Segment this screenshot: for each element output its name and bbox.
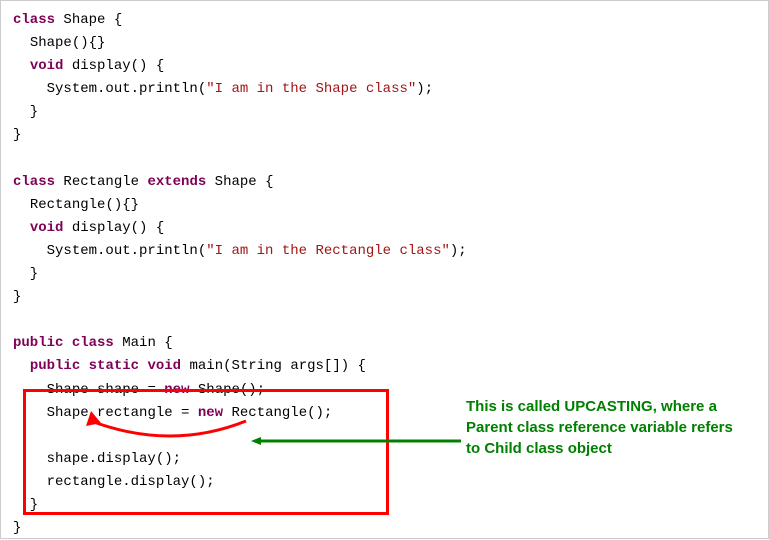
keyword-new: new bbox=[198, 405, 223, 421]
system-out: System.out.println bbox=[47, 243, 198, 259]
type-shape: Shape bbox=[47, 382, 89, 398]
method-display: display bbox=[72, 220, 131, 236]
ctor-shape: Shape bbox=[30, 35, 72, 51]
keyword-void: void bbox=[30, 58, 64, 74]
keyword-void: void bbox=[30, 220, 64, 236]
keyword-public: public bbox=[13, 335, 63, 351]
class-main: Main bbox=[122, 335, 156, 351]
method-display: display bbox=[72, 58, 131, 74]
string-shape: "I am in the Shape class" bbox=[206, 81, 416, 97]
keyword-class: class bbox=[13, 12, 55, 28]
keyword-void: void bbox=[147, 358, 181, 374]
keyword-class: class bbox=[13, 174, 55, 190]
ctor-call-shape: Shape bbox=[198, 382, 240, 398]
system-out: System.out.println bbox=[47, 81, 198, 97]
keyword-public: public bbox=[30, 358, 80, 374]
upcasting-annotation: This is called UPCASTING, where a Parent… bbox=[466, 396, 746, 459]
args: args[] bbox=[290, 358, 340, 374]
ctor-rectangle: Rectangle bbox=[30, 197, 106, 213]
method-main: main bbox=[189, 358, 223, 374]
class-shape: Shape bbox=[63, 12, 105, 28]
call-rect-display: rectangle.display(); bbox=[47, 474, 215, 490]
var-rectangle: rectangle bbox=[97, 405, 173, 421]
keyword-class: class bbox=[72, 335, 114, 351]
var-shape: shape bbox=[97, 382, 139, 398]
code-block: class Shape { Shape(){} void display() {… bbox=[13, 9, 756, 540]
keyword-static: static bbox=[89, 358, 139, 374]
call-shape-display: shape.display(); bbox=[47, 451, 181, 467]
keyword-extends: extends bbox=[147, 174, 206, 190]
class-shape: Shape bbox=[215, 174, 257, 190]
ctor-call-rect: Rectangle bbox=[232, 405, 308, 421]
string-rect: "I am in the Rectangle class" bbox=[206, 243, 450, 259]
type-shape: Shape bbox=[47, 405, 89, 421]
keyword-new: new bbox=[164, 382, 189, 398]
class-rectangle: Rectangle bbox=[63, 174, 139, 190]
type-string: String bbox=[232, 358, 282, 374]
